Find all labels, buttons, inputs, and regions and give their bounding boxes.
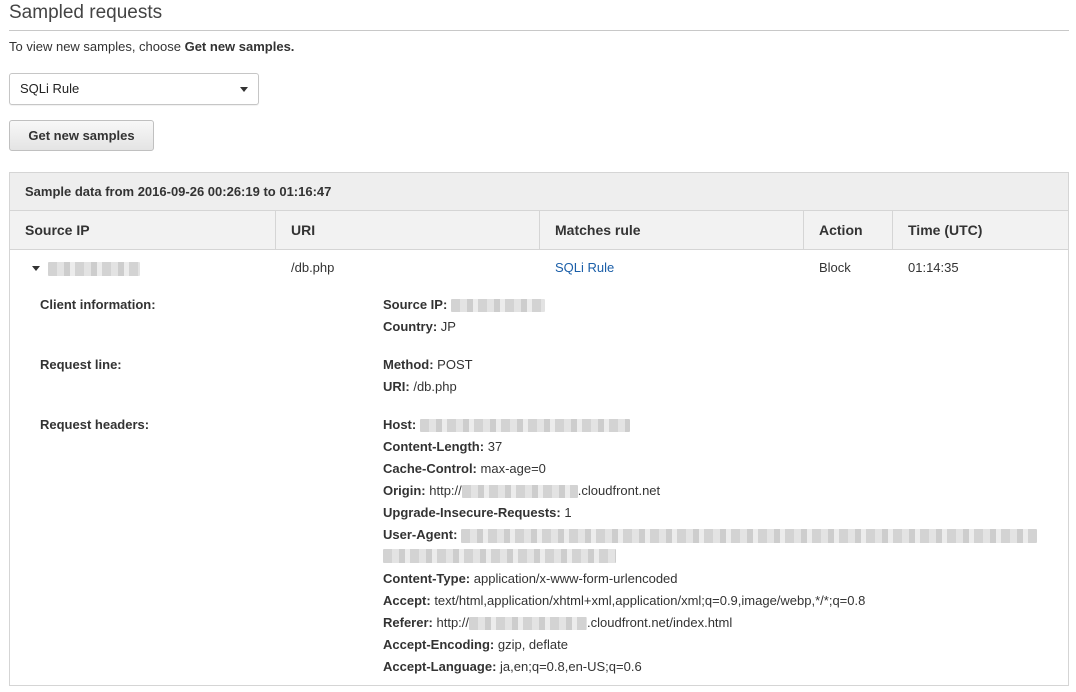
request-headers-label: Request headers:	[40, 417, 150, 432]
method-value: POST	[437, 357, 473, 372]
redacted-origin-host	[461, 485, 578, 499]
redacted-host	[419, 419, 630, 433]
referer-key: Referer:	[383, 615, 433, 630]
upgrade-key: Upgrade-Insecure-Requests:	[383, 505, 561, 520]
user-agent-key: User-Agent:	[383, 527, 458, 542]
accept-encoding-value: gzip, deflate	[497, 637, 568, 652]
intro-text: To view new samples, choose Get new samp…	[9, 39, 294, 54]
redacted-user-agent-line2	[383, 548, 616, 563]
country-value: JP	[440, 319, 456, 334]
table-row[interactable]: /db.php SQLi Rule Block 01:14:35	[10, 250, 1068, 286]
request-line-label: Request line:	[40, 357, 122, 372]
column-header-time[interactable]: Time (UTC)	[893, 211, 1069, 249]
row-matches-rule-link[interactable]: SQLi Rule	[555, 250, 614, 286]
origin-key: Origin:	[383, 483, 426, 498]
column-header-action[interactable]: Action	[804, 211, 893, 249]
page-title: Sampled requests	[9, 2, 163, 23]
chevron-down-icon	[240, 87, 248, 92]
host-field: Host:	[383, 417, 630, 433]
uri-field: URI: /db.php	[383, 379, 457, 395]
upgrade-value: 1	[564, 505, 572, 520]
user-agent-field: User-Agent:	[383, 527, 1038, 543]
rule-select[interactable]: SQLi Rule	[9, 73, 259, 105]
accept-encoding-field: Accept-Encoding: gzip, deflate	[383, 637, 568, 653]
rule-select-value: SQLi Rule	[20, 81, 80, 96]
caret-down-icon[interactable]	[32, 266, 40, 271]
row-uri: /db.php	[291, 260, 335, 275]
column-header-uri[interactable]: URI	[276, 211, 540, 249]
origin-prefix: http://	[429, 483, 462, 498]
redacted-source-ip	[48, 261, 140, 276]
cache-control-value: max-age=0	[480, 461, 546, 476]
table-header-row: Source IP URI Matches rule Action Time (…	[10, 211, 1068, 250]
sample-data-panel: Sample data from 2016-09-26 00:26:19 to …	[9, 172, 1069, 686]
source-ip-field: Source IP:	[383, 297, 545, 313]
country-key: Country:	[383, 319, 438, 334]
user-agent-continuation	[383, 547, 616, 563]
method-key: Method:	[383, 357, 434, 372]
content-type-field: Content-Type: application/x-www-form-url…	[383, 571, 678, 587]
row-time: 01:14:35	[908, 260, 959, 275]
column-header-source-ip[interactable]: Source IP	[10, 211, 276, 249]
referer-suffix: .cloudfront.net/index.html	[587, 615, 733, 630]
redacted-user-agent-line1	[461, 528, 1038, 543]
redacted-source-ip-detail	[450, 299, 545, 313]
uri-value: /db.php	[413, 379, 457, 394]
origin-suffix: .cloudfront.net	[577, 483, 661, 498]
accept-field: Accept: text/html,application/xhtml+xml,…	[383, 593, 865, 609]
get-new-samples-button[interactable]: Get new samples	[9, 120, 154, 151]
content-length-value: 37	[487, 439, 503, 454]
country-field: Country: JP	[383, 319, 456, 335]
upgrade-insecure-requests-field: Upgrade-Insecure-Requests: 1	[383, 505, 572, 521]
source-ip-key: Source IP:	[383, 297, 448, 312]
cache-control-key: Cache-Control:	[383, 461, 477, 476]
content-length-key: Content-Length:	[383, 439, 485, 454]
uri-key: URI:	[383, 379, 410, 394]
accept-value: text/html,application/xhtml+xml,applicat…	[434, 593, 866, 608]
intro-bold: Get new samples.	[184, 39, 295, 54]
accept-encoding-key: Accept-Encoding:	[383, 637, 495, 652]
client-information-label: Client information:	[40, 297, 156, 312]
accept-key: Accept:	[383, 593, 431, 608]
content-type-value: application/x-www-form-urlencoded	[473, 571, 678, 586]
sample-data-header: Sample data from 2016-09-26 00:26:19 to …	[10, 173, 1068, 211]
accept-language-key: Accept-Language:	[383, 659, 497, 674]
redacted-referer-host	[469, 617, 588, 631]
intro-prefix: To view new samples, choose	[9, 39, 185, 54]
content-type-key: Content-Type:	[383, 571, 471, 586]
origin-field: Origin: http:// .cloudfront.net	[383, 483, 660, 499]
accept-language-value: ja,en;q=0.8,en-US;q=0.6	[500, 659, 642, 674]
content-length-field: Content-Length: 37	[383, 439, 502, 455]
column-header-matches-rule[interactable]: Matches rule	[540, 211, 804, 249]
method-field: Method: POST	[383, 357, 473, 373]
cache-control-field: Cache-Control: max-age=0	[383, 461, 546, 477]
row-source-ip	[48, 250, 140, 286]
host-key: Host:	[383, 417, 417, 432]
referer-prefix: http://	[436, 615, 470, 630]
title-divider	[9, 30, 1069, 31]
row-action: Block	[819, 260, 851, 275]
referer-field: Referer: http:// .cloudfront.net/index.ht…	[383, 615, 732, 631]
accept-language-field: Accept-Language: ja,en;q=0.8,en-US;q=0.6	[383, 659, 642, 675]
